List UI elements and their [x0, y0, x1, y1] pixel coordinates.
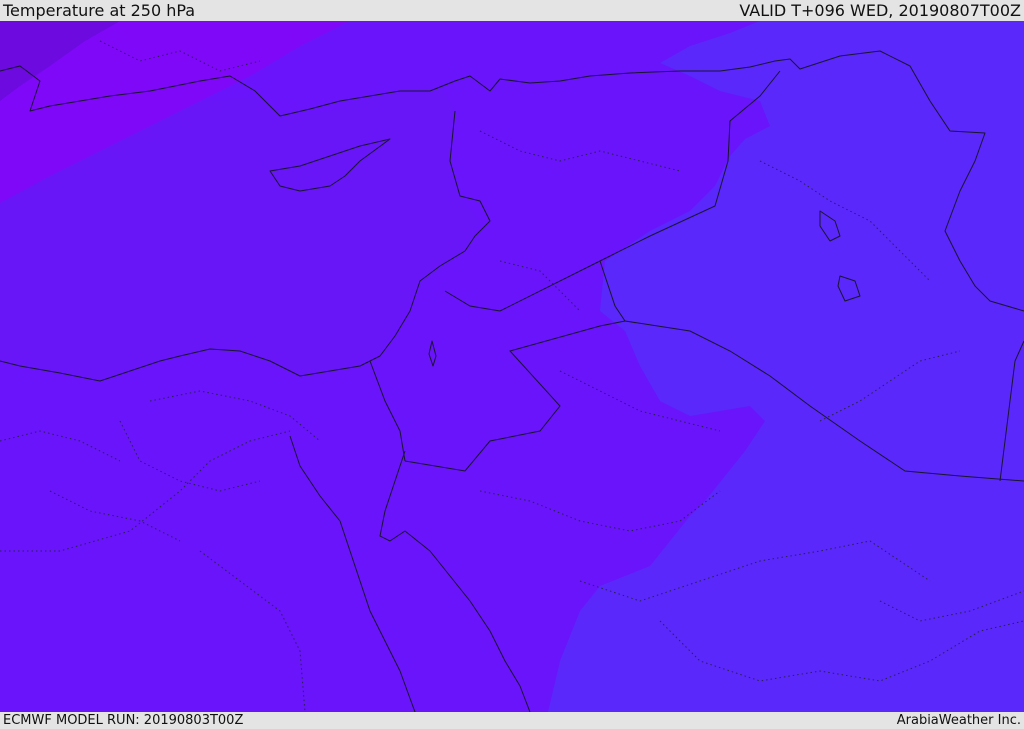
- temperature-map: [0, 21, 1024, 712]
- map-title: Temperature at 250 hPa: [3, 1, 196, 20]
- valid-time: VALID T+096 WED, 20190807T00Z: [739, 1, 1021, 20]
- map-footer: ECMWF MODEL RUN: 20190803T00Z ArabiaWeat…: [0, 712, 1024, 729]
- model-run: ECMWF MODEL RUN: 20190803T00Z: [3, 713, 244, 728]
- map-header: Temperature at 250 hPa VALID T+096 WED, …: [0, 0, 1024, 21]
- credit-text: ArabiaWeather Inc.: [896, 713, 1021, 728]
